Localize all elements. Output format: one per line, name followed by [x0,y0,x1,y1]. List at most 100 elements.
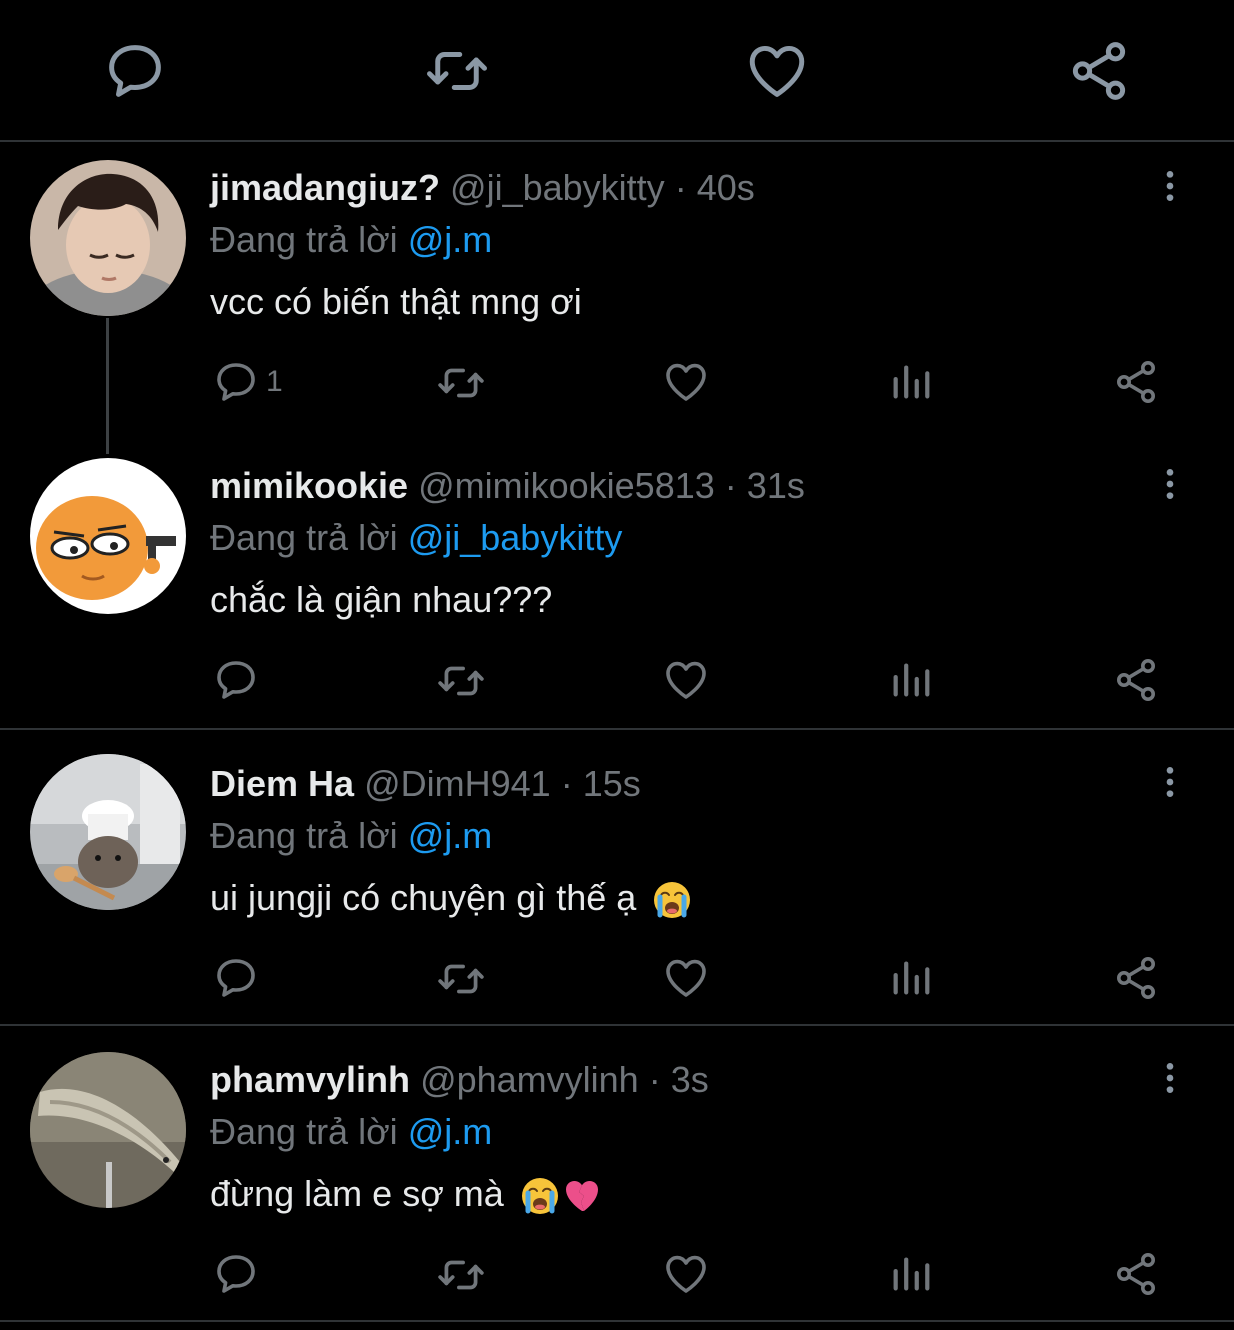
like-button[interactable] [662,656,710,706]
tweet[interactable]: phamvylinh @phamvylinh · 3s Đang trả lời… [0,1034,1234,1330]
tweet-text-line: ui jungji có chuyện gì thế ạ [210,874,692,922]
share-icon [1112,1250,1160,1298]
like-icon[interactable] [744,38,810,104]
reply-button[interactable] [212,656,260,706]
display-name[interactable]: phamvylinh [210,1059,410,1100]
avatar[interactable] [30,458,186,614]
avatar-photo [30,160,186,316]
more-options-icon[interactable] [1150,1058,1190,1098]
views-icon [888,656,934,702]
tweet-header: Diem Ha @DimH941 · 15s [210,760,641,808]
retweet-icon [436,954,486,1004]
tweet-header: mimikookie @mimikookie5813 · 31s [210,462,805,510]
retweet-button[interactable] [436,954,488,1004]
divider [0,1320,1234,1322]
avatar[interactable] [30,754,186,910]
divider [0,1024,1234,1026]
like-icon [662,954,710,1002]
timestamp[interactable]: 3s [671,1059,709,1100]
reply-count: 1 [266,365,283,398]
reply-icon [212,358,260,406]
tweet-actions [0,1250,1234,1300]
tweet-text: vcc có biến thật mng ơi [210,281,582,322]
avatar-photo [30,1052,186,1208]
timestamp[interactable]: 40s [697,167,755,208]
replying-to: Đang trả lời @j.m [210,1108,492,1156]
share-icon [1112,656,1160,704]
like-button[interactable] [662,358,710,408]
tweet-text-line: đừng làm e sợ mà [210,1170,602,1218]
like-button[interactable] [662,1250,710,1300]
tweet[interactable]: jimadangiuz? @ji_babykitty · 40s Đang tr… [0,142,1234,438]
tweet[interactable]: mimikookie @mimikookie5813 · 31s Đang tr… [0,440,1234,736]
share-icon [1112,358,1160,406]
replying-to-label: Đang trả lời [210,517,398,558]
mention-link[interactable]: @ji_babykitty [408,517,623,558]
retweet-button[interactable] [436,656,488,706]
crying-face-emoji [652,880,692,920]
broken-heart-emoji [562,1176,602,1216]
retweet-icon[interactable] [424,38,490,104]
tweet-text: ui jungji có chuyện gì thế ạ [210,877,637,918]
display-name[interactable]: Diem Ha [210,763,354,804]
share-button[interactable] [1112,1250,1160,1300]
share-button[interactable] [1112,656,1160,706]
retweet-icon [436,358,486,408]
display-name[interactable]: mimikookie [210,465,408,506]
avatar[interactable] [30,160,186,316]
user-handle[interactable]: @mimikookie5813 [418,465,715,506]
like-icon [662,656,710,704]
reply-icon [212,954,260,1002]
more-options-icon[interactable] [1150,762,1190,802]
like-icon [662,358,710,406]
reply-button[interactable] [212,1250,260,1300]
separator: · [648,1059,661,1100]
timestamp[interactable]: 15s [583,763,641,804]
crying-face-emoji [520,1176,560,1216]
retweet-button[interactable] [436,358,488,408]
like-icon [662,1250,710,1298]
display-name[interactable]: jimadangiuz? [210,167,440,208]
avatar[interactable] [30,1052,186,1208]
views-button[interactable] [888,1250,934,1300]
reply-icon[interactable] [102,38,168,104]
tweet-text: chắc là giận nhau??? [210,579,553,620]
divider [0,728,1234,730]
replying-to-label: Đang trả lời [210,815,398,856]
views-button[interactable] [888,656,934,706]
views-button[interactable] [888,954,934,1004]
views-button[interactable] [888,358,934,408]
tweet-text: đừng làm e sợ mà [210,1173,504,1214]
user-handle[interactable]: @phamvylinh [420,1059,639,1100]
avatar-photo [30,458,186,614]
separator: · [724,465,737,506]
avatar-photo [30,754,186,910]
reply-icon [212,656,260,704]
tweet-actions [0,954,1234,1004]
user-handle[interactable]: @DimH941 [364,763,551,804]
retweet-icon [436,1250,486,1300]
reply-button[interactable] [212,954,260,1004]
more-options-icon[interactable] [1150,464,1190,504]
share-icon [1112,954,1160,1002]
share-button[interactable] [1112,954,1160,1004]
replying-to: Đang trả lời @ji_babykitty [210,514,622,562]
user-handle[interactable]: @ji_babykitty [450,167,665,208]
tweet[interactable]: Diem Ha @DimH941 · 15s Đang trả lời @j.m… [0,738,1234,1034]
reply-button[interactable]: 1 [212,358,332,408]
mention-link[interactable]: @j.m [408,1111,493,1152]
tweet-actions [0,656,1234,706]
more-options-icon[interactable] [1150,166,1190,206]
retweet-icon [436,656,486,706]
timestamp[interactable]: 31s [747,465,805,506]
mention-link[interactable]: @j.m [408,815,493,856]
reply-icon [212,1250,260,1298]
share-icon[interactable] [1066,38,1132,104]
replying-to-label: Đang trả lời [210,219,398,260]
mention-link[interactable]: @j.m [408,219,493,260]
like-button[interactable] [662,954,710,1004]
main-tweet-actions [0,0,1234,140]
share-button[interactable] [1112,358,1160,408]
replying-to: Đang trả lời @j.m [210,216,492,264]
retweet-button[interactable] [436,1250,488,1300]
